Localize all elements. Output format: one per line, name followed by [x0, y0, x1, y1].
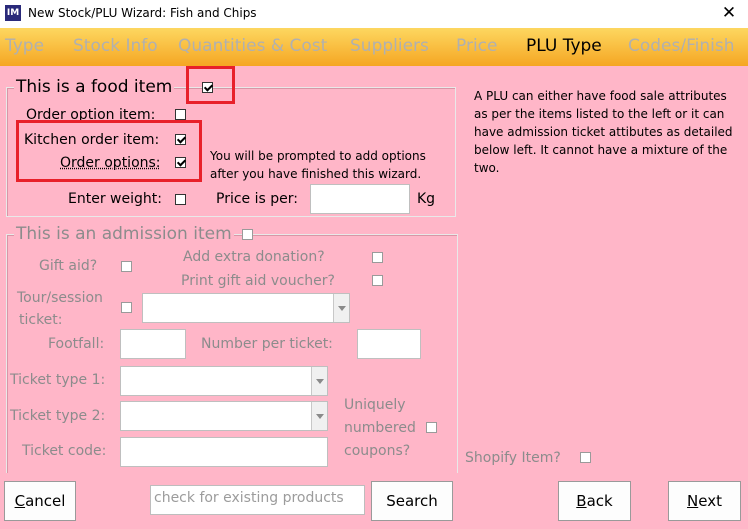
order-option-item-checkbox[interactable] [175, 109, 186, 120]
admission-item-legend: This is an admission item [14, 224, 234, 244]
price-is-per-field[interactable] [310, 184, 410, 214]
admission-item-checkbox[interactable] [242, 229, 253, 240]
search-input[interactable]: check for existing products [150, 485, 365, 515]
next-label: ext [698, 492, 722, 510]
uniquely-numbered-label-2: numbered [344, 420, 416, 436]
tab-price[interactable]: Price [456, 36, 497, 56]
chevron-down-icon[interactable] [311, 367, 327, 395]
tour-session-checkbox[interactable] [121, 302, 132, 313]
highlight-food-checkbox [186, 66, 235, 104]
footfall-field[interactable] [120, 329, 186, 359]
ticket-type-2-select[interactable] [120, 401, 328, 431]
ticket-type-1-select[interactable] [120, 366, 328, 396]
unit-label: Kg [417, 191, 436, 207]
next-button[interactable]: Next [668, 481, 741, 521]
app-icon: IM [5, 5, 21, 21]
tour-session-label: Tour/session [17, 290, 103, 306]
price-is-per-label: Price is per: [216, 191, 298, 207]
back-label: ack [586, 492, 613, 510]
footfall-label: Footfall: [48, 336, 105, 352]
highlight-kitchen-options [16, 120, 202, 182]
gift-aid-checkbox[interactable] [121, 261, 132, 272]
back-accelerator: B [576, 492, 587, 510]
print-gift-aid-voucher-label: Print gift aid voucher? [181, 273, 335, 289]
next-accelerator: N [687, 492, 699, 510]
tab-stock-info[interactable]: Stock Info [73, 36, 158, 56]
uniquely-numbered-checkbox[interactable] [426, 422, 437, 433]
cancel-button[interactable]: Cancel [4, 481, 76, 521]
tab-codes-finish[interactable]: Codes/Finish [628, 36, 735, 56]
tab-suppliers[interactable]: Suppliers [350, 36, 429, 56]
chevron-down-icon[interactable] [311, 402, 327, 430]
window-title: New Stock/PLU Wizard: Fish and Chips [28, 6, 257, 20]
tour-session-select[interactable] [142, 293, 350, 323]
add-extra-donation-checkbox[interactable] [372, 252, 383, 263]
plu-info-text: A PLU can either have food sale attribut… [474, 89, 733, 175]
close-icon[interactable]: ✕ [718, 2, 740, 24]
wizard-tab-strip: Type Stock Info Quantities & Cost Suppli… [0, 28, 748, 66]
number-per-ticket-label: Number per ticket: [201, 336, 333, 352]
cancel-accelerator: C [14, 492, 26, 510]
uniquely-numbered-label-3: coupons? [344, 443, 411, 459]
ticket-type-1-label: Ticket type 1: [10, 372, 106, 388]
print-gift-aid-voucher-checkbox[interactable] [372, 275, 383, 286]
ticket-code-label: Ticket code: [22, 443, 107, 459]
back-button[interactable]: Back [558, 481, 631, 521]
gift-aid-label: Gift aid? [39, 258, 98, 274]
food-item-legend: This is a food item [14, 77, 175, 97]
tab-plu-type[interactable]: PLU Type [526, 36, 602, 56]
enter-weight-checkbox[interactable] [175, 194, 186, 205]
tab-quantities-cost[interactable]: Quantities & Cost [178, 36, 327, 56]
shopify-item-label: Shopify Item? [465, 450, 561, 466]
ticket-code-field[interactable] [120, 437, 328, 467]
uniquely-numbered-label: Uniquely [344, 397, 406, 413]
number-per-ticket-field[interactable] [357, 329, 421, 359]
chevron-down-icon[interactable] [333, 294, 349, 322]
enter-weight-label: Enter weight: [68, 191, 162, 207]
ticket-type-2-label: Ticket type 2: [10, 408, 106, 424]
search-button[interactable]: Search [371, 481, 453, 521]
options-note: You will be prompted to add options afte… [210, 149, 426, 181]
shopify-item-checkbox[interactable] [580, 452, 591, 463]
cancel-label: ancel [25, 492, 66, 510]
tab-type[interactable]: Type [5, 36, 44, 56]
tour-session-label-2: ticket: [19, 312, 63, 328]
add-extra-donation-label: Add extra donation? [183, 249, 325, 265]
